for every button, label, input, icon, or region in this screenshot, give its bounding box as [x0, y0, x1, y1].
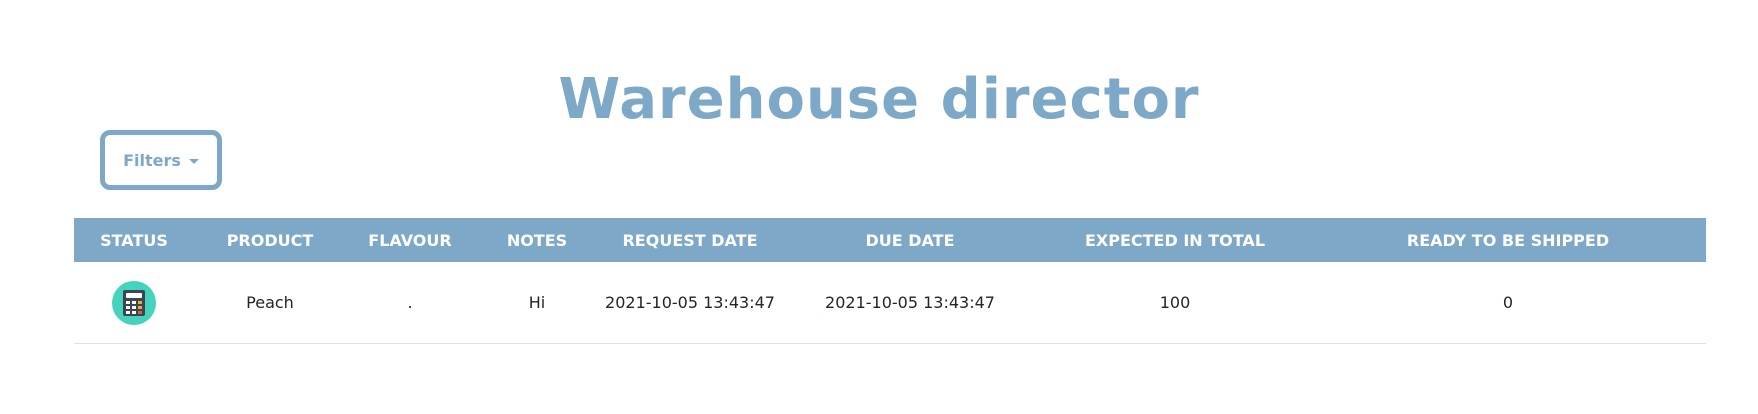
product-cell: Peach — [194, 262, 346, 344]
flavour-cell: . — [346, 262, 474, 344]
table-row: Peach . Hi 2021-10-05 13:43:47 2021-10-0… — [74, 262, 1706, 344]
column-header-notes: NOTES — [506, 230, 568, 250]
expected-in-total-cell: 100 — [1040, 262, 1310, 344]
column-header-flavour: FLAVOUR — [368, 230, 452, 250]
column-header-expected-in-total: EXPECTED IN TOTAL — [1084, 230, 1266, 250]
calculator-icon-graphic — [123, 289, 145, 316]
column-header-due-date: DUE DATE — [865, 230, 955, 250]
filters-dropdown-button[interactable]: Filters — [100, 130, 222, 190]
table-header-row: STATUS PRODUCT FLAVOUR NOTES REQUEST DAT… — [74, 218, 1706, 262]
filters-button-label: Filters — [123, 150, 181, 170]
ready-to-be-shipped-cell: 0 — [1310, 262, 1706, 344]
orders-table: STATUS PRODUCT FLAVOUR NOTES REQUEST DAT… — [74, 218, 1706, 344]
column-header-product: PRODUCT — [226, 230, 314, 250]
column-header-status: STATUS — [100, 230, 168, 250]
status-cell — [74, 262, 194, 344]
request-date-cell: 2021-10-05 13:43:47 — [600, 262, 780, 344]
column-header-ready-to-be-shipped: READY TO BE SHIPPED — [1406, 230, 1610, 250]
due-date-cell: 2021-10-05 13:43:47 — [780, 262, 1040, 344]
page-title: Warehouse director — [558, 66, 1200, 132]
column-header-request-date: REQUEST DATE — [622, 230, 758, 250]
calculator-icon[interactable] — [112, 280, 156, 325]
notes-cell: Hi — [474, 262, 600, 344]
caret-down-icon — [188, 158, 199, 164]
